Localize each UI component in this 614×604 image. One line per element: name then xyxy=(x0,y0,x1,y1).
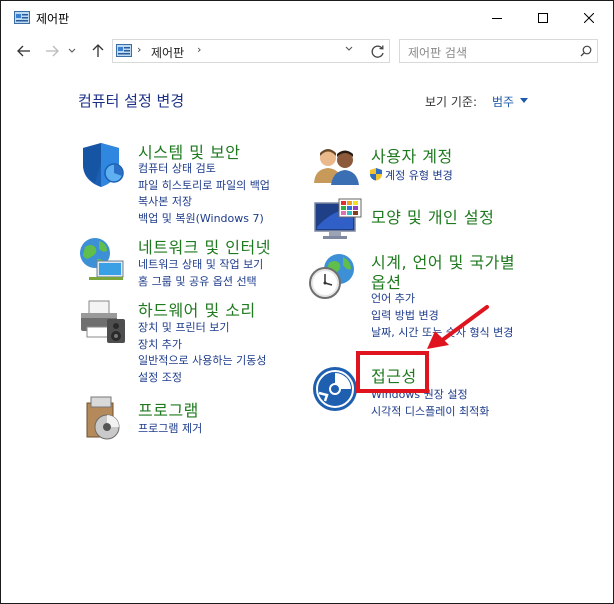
category-link[interactable]: 복사본 저장 xyxy=(138,193,192,209)
users-icon[interactable] xyxy=(311,143,363,193)
category-link[interactable]: 프로그램 제거 xyxy=(138,420,202,436)
category-link[interactable]: 언어 추가 xyxy=(371,290,415,306)
window-title: 제어판 xyxy=(36,12,70,26)
navigation-bar: › 제어판 › 제어판 검색 xyxy=(2,35,612,69)
category-title[interactable]: 모양 및 개인 설정 xyxy=(371,204,494,228)
page-title: 컴퓨터 설정 변경 xyxy=(78,92,185,110)
maximize-icon xyxy=(538,13,548,23)
annotation-arrow-icon xyxy=(427,305,489,349)
category-link[interactable]: 파일 히스토리로 파일의 백업 xyxy=(138,177,270,193)
category-link[interactable]: 시각적 디스플레이 최적화 xyxy=(371,403,489,419)
close-icon xyxy=(584,13,594,23)
clock-globe-icon[interactable] xyxy=(307,251,359,301)
search-input[interactable]: 제어판 검색 xyxy=(399,39,598,63)
viewby-dropdown-arrow-icon[interactable] xyxy=(520,98,528,103)
printer-icon[interactable] xyxy=(77,297,129,347)
maximize-button[interactable] xyxy=(520,2,566,34)
category-link[interactable]: 계정 유형 변경 xyxy=(385,167,453,183)
viewby-label: 보기 기준: xyxy=(425,95,478,109)
title-bar: 제어판 xyxy=(2,2,612,34)
category-title[interactable]: 하드웨어 및 소리 xyxy=(138,297,256,321)
minimize-button[interactable] xyxy=(474,2,520,34)
category-link[interactable]: 네트워크 상태 및 작업 보기 xyxy=(138,256,263,272)
category-link[interactable]: 백업 및 복원(Windows 7) xyxy=(138,210,264,226)
category-link[interactable]: 컴퓨터 상태 검토 xyxy=(138,160,216,176)
up-button[interactable] xyxy=(88,41,108,61)
category-title[interactable]: 사용자 계정 xyxy=(371,143,453,167)
forward-arrow-icon xyxy=(46,45,59,57)
back-arrow-icon xyxy=(17,45,30,57)
breadcrumb-separator-icon[interactable]: › xyxy=(197,43,201,56)
category-link[interactable]: 설정 조정 xyxy=(138,369,182,385)
category-link[interactable]: 일반적으로 사용하는 기동성 xyxy=(138,352,266,368)
category-link[interactable]: 홈 그룹 및 공유 옵션 선택 xyxy=(138,273,257,289)
back-button[interactable] xyxy=(14,41,34,61)
breadcrumb-separator-icon[interactable]: › xyxy=(137,43,141,56)
address-bar[interactable]: › 제어판 › xyxy=(112,39,390,63)
address-dropdown-icon[interactable] xyxy=(345,46,353,52)
search-icon[interactable] xyxy=(580,45,592,57)
minimize-icon xyxy=(492,18,502,19)
annotation-highlight-box xyxy=(356,351,429,393)
control-panel-app-icon xyxy=(14,11,30,24)
uac-shield-icon xyxy=(370,168,382,181)
control-panel-icon xyxy=(116,44,132,57)
recent-locations-button[interactable] xyxy=(66,41,78,61)
network-icon[interactable] xyxy=(77,233,129,283)
category-link[interactable]: 장치 추가 xyxy=(138,336,182,352)
breadcrumb-item[interactable]: 제어판 xyxy=(151,44,184,61)
chevron-down-icon xyxy=(68,48,76,53)
category-link[interactable]: 장치 및 프린터 보기 xyxy=(138,319,229,335)
monitor-icon[interactable] xyxy=(311,197,363,247)
programs-icon[interactable] xyxy=(81,393,133,443)
category-title[interactable]: 프로그램 xyxy=(138,397,199,421)
category-title[interactable]: 네트워크 및 인터넷 xyxy=(138,234,271,258)
control-panel-window: 제어판 › 제어판 › 제어판 검색 컴퓨터 설정 변경 보기 기준: 범주 시… xyxy=(0,0,614,604)
up-arrow-icon xyxy=(92,44,104,57)
viewby-dropdown[interactable]: 범주 xyxy=(492,93,514,110)
forward-button[interactable] xyxy=(42,41,62,61)
close-button[interactable] xyxy=(566,2,612,34)
shield-icon[interactable] xyxy=(77,139,129,189)
search-placeholder: 제어판 검색 xyxy=(408,46,468,60)
refresh-icon[interactable] xyxy=(369,43,387,61)
